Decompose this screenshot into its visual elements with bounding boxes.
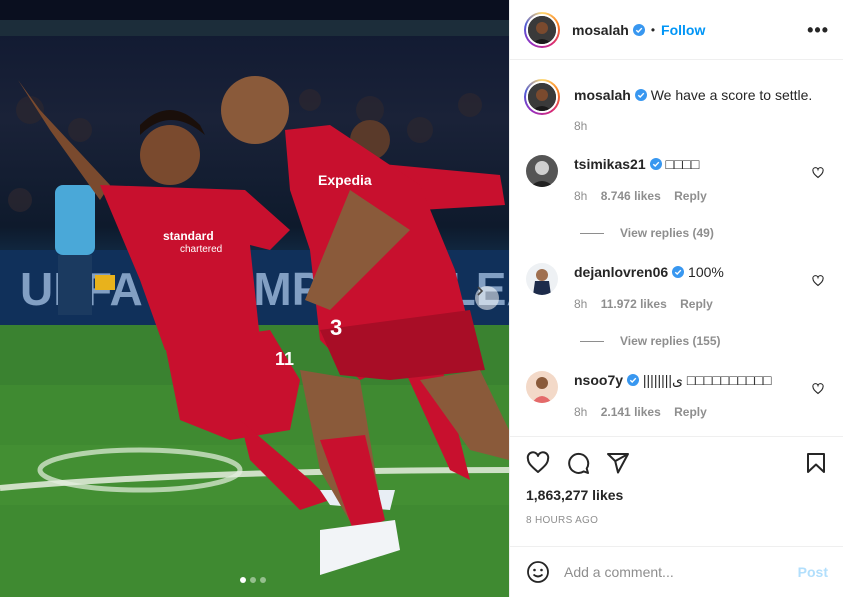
commenter-username[interactable]: tsimikas21: [574, 156, 646, 172]
comment-likes[interactable]: 2.141 likes: [601, 405, 661, 419]
commenter-username[interactable]: nsoo7y: [574, 372, 623, 388]
caption-avatar[interactable]: [524, 79, 560, 115]
view-replies-label: View replies (155): [620, 334, 721, 348]
add-comment-bar: Post: [510, 546, 843, 597]
reply-button[interactable]: Reply: [680, 297, 713, 311]
post-photo[interactable]: UEFA CHAMPIONS LEAGUE standard chartered: [0, 0, 509, 597]
follow-button[interactable]: Follow: [661, 22, 705, 38]
svg-text:chartered: chartered: [180, 244, 222, 255]
photo-illustration: UEFA CHAMPIONS LEAGUE standard chartered: [0, 0, 509, 597]
comment-age: 8h: [574, 189, 588, 203]
caption-username[interactable]: mosalah: [574, 87, 631, 103]
verified-icon: [634, 89, 647, 101]
post-likes-count[interactable]: 1,863,277 likes: [526, 487, 828, 503]
chevron-right-icon: [477, 286, 484, 296]
comment-text: ||||||||ی □□□□□□□□□□: [642, 372, 772, 388]
carousel-dot: [260, 577, 266, 583]
post-side-panel: mosalah • Follow ••• mosalah We have a s…: [509, 0, 843, 597]
verified-icon: [627, 374, 640, 386]
comment-item: tsimikas21 □□□□ 8h 8.746 likes Reply: [526, 155, 836, 205]
like-comment-heart-icon[interactable]: [812, 275, 824, 287]
comment-icon[interactable]: [566, 451, 590, 475]
bookmark-icon[interactable]: [804, 451, 828, 475]
carousel-indicator: [240, 577, 266, 583]
comment-text: 100%: [688, 264, 724, 280]
carousel-next-button[interactable]: [475, 286, 499, 310]
svg-text:Expedia: Expedia: [318, 172, 372, 188]
comment-text: □□□□: [665, 156, 700, 172]
reply-button[interactable]: Reply: [674, 405, 707, 419]
svg-text:11: 11: [275, 349, 294, 369]
like-comment-heart-icon[interactable]: [812, 383, 824, 395]
verified-icon: [649, 158, 662, 170]
caption-age: 8h: [574, 119, 588, 133]
comment-meta: 8h 11.972 likes Reply: [574, 295, 724, 313]
reply-button[interactable]: Reply: [674, 189, 707, 203]
post-caption: mosalah We have a score to settle. 8h: [524, 79, 812, 135]
heart-icon[interactable]: [526, 451, 550, 475]
carousel-dot: [250, 577, 256, 583]
carousel-dot: [240, 577, 246, 583]
post-header: mosalah • Follow •••: [510, 0, 843, 60]
comment-likes[interactable]: 8.746 likes: [601, 189, 661, 203]
header-separator: •: [650, 22, 656, 37]
emoji-icon[interactable]: [526, 560, 550, 584]
verified-icon: [672, 266, 685, 278]
share-icon[interactable]: [606, 451, 630, 475]
comment-likes[interactable]: 11.972 likes: [601, 297, 667, 311]
comments-list[interactable]: mosalah We have a score to settle. 8h ts…: [510, 61, 843, 435]
comment-meta: 8h 2.141 likes Reply: [574, 403, 771, 421]
comment-age: 8h: [574, 405, 588, 419]
svg-text:3: 3: [330, 315, 342, 340]
caption-text: We have a score to settle.: [650, 87, 813, 103]
view-replies-label: View replies (49): [620, 226, 714, 240]
post-actions: 1,863,277 likes 8 HOURS AGO: [510, 436, 843, 526]
commenter-avatar[interactable]: [526, 371, 558, 403]
comment-age: 8h: [574, 297, 588, 311]
comment-input[interactable]: [564, 564, 798, 580]
commenter-avatar[interactable]: [526, 263, 558, 295]
comment-item: dejanlovren06 100% 8h 11.972 likes Reply: [526, 263, 836, 313]
author-username[interactable]: mosalah: [572, 22, 629, 38]
post-timestamp[interactable]: 8 HOURS AGO: [526, 515, 828, 526]
commenter-username[interactable]: dejanlovren06: [574, 264, 668, 280]
comment-item: nsoo7y ||||||||ی □□□□□□□□□□ 8h 2.141 lik…: [526, 371, 836, 421]
svg-text:standard: standard: [163, 229, 214, 243]
more-options-button[interactable]: •••: [807, 21, 829, 39]
verified-icon: [632, 23, 645, 36]
like-comment-heart-icon[interactable]: [812, 167, 824, 179]
author-avatar[interactable]: [524, 11, 560, 48]
post-comment-button[interactable]: Post: [798, 564, 828, 580]
comment-meta: 8h 8.746 likes Reply: [574, 187, 707, 205]
commenter-avatar[interactable]: [526, 155, 558, 187]
view-replies-button[interactable]: View replies (155): [580, 334, 721, 348]
view-replies-button[interactable]: View replies (49): [580, 226, 714, 240]
